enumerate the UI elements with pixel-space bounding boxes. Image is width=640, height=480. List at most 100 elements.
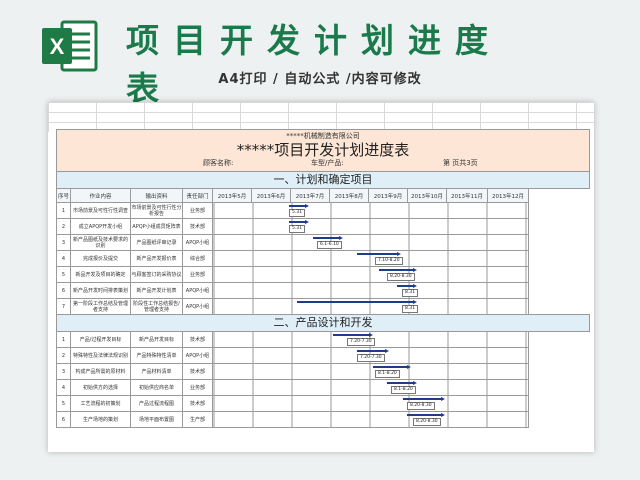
cell-output[interactable]: 与顾客签订的采购协议 (130, 266, 183, 283)
cell-output[interactable]: 产品过程流程图 (130, 395, 183, 412)
column-header[interactable]: 2013年5月 (212, 188, 252, 203)
table-row: 5 工艺流程的初策划 产品过程流程图 技术部 8.20-8.30 (56, 395, 529, 412)
timeline-cell: 8.31 (212, 298, 529, 315)
cell-task[interactable]: 第一阶段工作总结及管理者支持 (70, 298, 131, 315)
cell-dept[interactable]: 生产部 (182, 411, 213, 428)
cell-dept[interactable]: 综合部 (182, 250, 213, 267)
gantt-date-label: 8.31 (402, 305, 419, 313)
timeline-cell: 8.1-8.20 (212, 379, 529, 396)
section-2-title: 二、产品设计和开发 (56, 314, 590, 332)
timeline-cell: 8.20-8.30 (212, 411, 529, 428)
cell-task[interactable]: 生产场地的策划 (70, 411, 131, 428)
cell-no[interactable]: 7 (56, 298, 71, 315)
model-label: 车型/产品: (311, 159, 344, 167)
gantt-arrow-icon (397, 252, 401, 256)
cell-output[interactable]: 产品图纸评审记录 (130, 234, 183, 251)
cell-output[interactable]: 产品材料清单 (130, 363, 183, 380)
cell-output[interactable]: 阶段性工作总结报告/管理者支持 (130, 298, 183, 315)
timeline-cell: 8.31 (212, 282, 529, 299)
column-header[interactable]: 输出资料 (130, 188, 183, 203)
cell-output[interactable]: 市场前景及可性行性分析报告 (130, 202, 183, 219)
cell-task[interactable]: 产品/过程开发目标 (70, 331, 131, 348)
column-header[interactable]: 序号 (56, 188, 71, 203)
gantt-arrow-icon (369, 333, 373, 337)
cell-no[interactable]: 5 (56, 395, 71, 412)
column-header[interactable]: 2013年6月 (251, 188, 291, 203)
column-header[interactable]: 2013年9月 (368, 188, 408, 203)
cell-dept[interactable]: APQP小组 (182, 282, 213, 299)
cell-output[interactable]: APQP小组成员矩阵表 (130, 218, 183, 235)
cell-dept[interactable]: 业务部 (182, 379, 213, 396)
cell-dept[interactable]: APQP小组 (182, 347, 213, 364)
column-header[interactable]: 责任部门 (182, 188, 213, 203)
cell-output[interactable]: 新产品开发计划表 (130, 282, 183, 299)
gantt-bar (313, 237, 339, 239)
timeline-cell: 8.20-8.30 (212, 395, 529, 412)
cell-no[interactable]: 1 (56, 202, 71, 219)
column-header[interactable]: 作业内容 (70, 188, 131, 203)
gantt-bar (289, 221, 305, 223)
cell-dept[interactable]: 技术部 (182, 395, 213, 412)
gantt-date-label: 8.31 (402, 289, 419, 297)
cell-no[interactable]: 4 (56, 250, 71, 267)
plan-table-section-2: 1 产品/过程开发目标 新产品开发目标 技术部 7.20-7.30 2 特殊特性及法律法规识… (56, 331, 529, 428)
sheet-header: *****机械制造有限公司 *****项目开发计划进度表 顾客名称: 车型/产品… (56, 129, 590, 173)
cell-no[interactable]: 2 (56, 347, 71, 364)
cell-dept[interactable]: 业务部 (182, 266, 213, 283)
cell-task[interactable]: 市场前景及可性行性调查 (70, 202, 131, 219)
cell-no[interactable]: 2 (56, 218, 71, 235)
cell-no[interactable]: 5 (56, 266, 71, 283)
cell-dept[interactable]: APQP小组 (182, 298, 213, 315)
cell-dept[interactable]: 业务部 (182, 202, 213, 219)
cell-task[interactable]: 构成产品所需的原材料 (70, 363, 131, 380)
banner: X 项目开发计划进度表 A4打印 / 自动公式 /内容可修改 (0, 0, 640, 108)
spreadsheet-preview: *****机械制造有限公司 *****项目开发计划进度表 顾客名称: 车型/产品… (48, 102, 594, 452)
gantt-date-label: 8.20-8.30 (387, 273, 415, 281)
cell-dept[interactable]: 技术部 (182, 218, 213, 235)
gantt-arrow-icon (407, 365, 411, 369)
column-header[interactable]: 2013年7月 (290, 188, 330, 203)
column-header[interactable]: 2013年12月 (487, 188, 529, 203)
cell-output[interactable]: 新产品开发报价表 (130, 250, 183, 267)
gantt-bar (357, 350, 385, 352)
table-row: 6 新产品开发时间排表策划 新产品开发计划表 APQP小组 8.31 (56, 282, 529, 299)
cell-output[interactable]: 新产品开发目标 (130, 331, 183, 348)
gantt-bar (387, 382, 413, 384)
cell-no[interactable]: 3 (56, 234, 71, 251)
gantt-arrow-icon (305, 204, 309, 208)
cell-no[interactable]: 1 (56, 331, 71, 348)
column-header-row: 序号 作业内容 输出资料 责任部门 2013年5月 2013年6月 2013年7月 2013年… (56, 188, 529, 203)
column-header[interactable]: 2013年11月 (446, 188, 488, 203)
cell-task[interactable]: 特殊特性及法律法规识别 (70, 347, 131, 364)
gantt-arrow-icon (413, 381, 417, 385)
table-row: 7 第一阶段工作总结及管理者支持 阶段性工作总结报告/管理者支持 APQP小组 8.31 (56, 298, 529, 315)
cell-dept[interactable]: 技术部 (182, 363, 213, 380)
cell-task[interactable]: 工艺流程的初策划 (70, 395, 131, 412)
cell-task[interactable]: 新品开发及项目的确定 (70, 266, 131, 283)
timeline-cell: 5.31 (212, 218, 529, 235)
cell-output[interactable]: 产品特殊特性清单 (130, 347, 183, 364)
cell-output[interactable]: 场地平面布置图 (130, 411, 183, 428)
cell-no[interactable]: 6 (56, 282, 71, 299)
section-1-title: 一、计划和确定项目 (56, 171, 590, 189)
gantt-bar (289, 205, 305, 207)
cell-no[interactable]: 4 (56, 379, 71, 396)
cell-task[interactable]: 成立APQP开发小组 (70, 218, 131, 235)
table-row: 1 产品/过程开发目标 新产品开发目标 技术部 7.20-7.30 (56, 331, 529, 348)
cell-task[interactable]: 完成报价及提交 (70, 250, 131, 267)
gantt-bar (379, 269, 413, 271)
table-row: 4 完成报价及提交 新产品开发报价表 综合部 7.10-8.20 (56, 250, 529, 267)
cell-task[interactable]: 新产品图纸及技术要求的识别 (70, 234, 131, 251)
gantt-date-label: 8.20-8.30 (413, 418, 441, 426)
cell-task[interactable]: 初始供方的选择 (70, 379, 131, 396)
cell-no[interactable]: 6 (56, 411, 71, 428)
column-header[interactable]: 2013年10月 (407, 188, 447, 203)
cell-dept[interactable]: APQP小组 (182, 234, 213, 251)
column-header[interactable]: 2013年8月 (329, 188, 369, 203)
cell-task[interactable]: 新产品开发时间排表策划 (70, 282, 131, 299)
gantt-bar (333, 334, 369, 336)
cell-dept[interactable]: 技术部 (182, 331, 213, 348)
cell-output[interactable]: 初始供应商名单 (130, 379, 183, 396)
timeline-cell: 8.1-8.20 (212, 363, 529, 380)
cell-no[interactable]: 3 (56, 363, 71, 380)
